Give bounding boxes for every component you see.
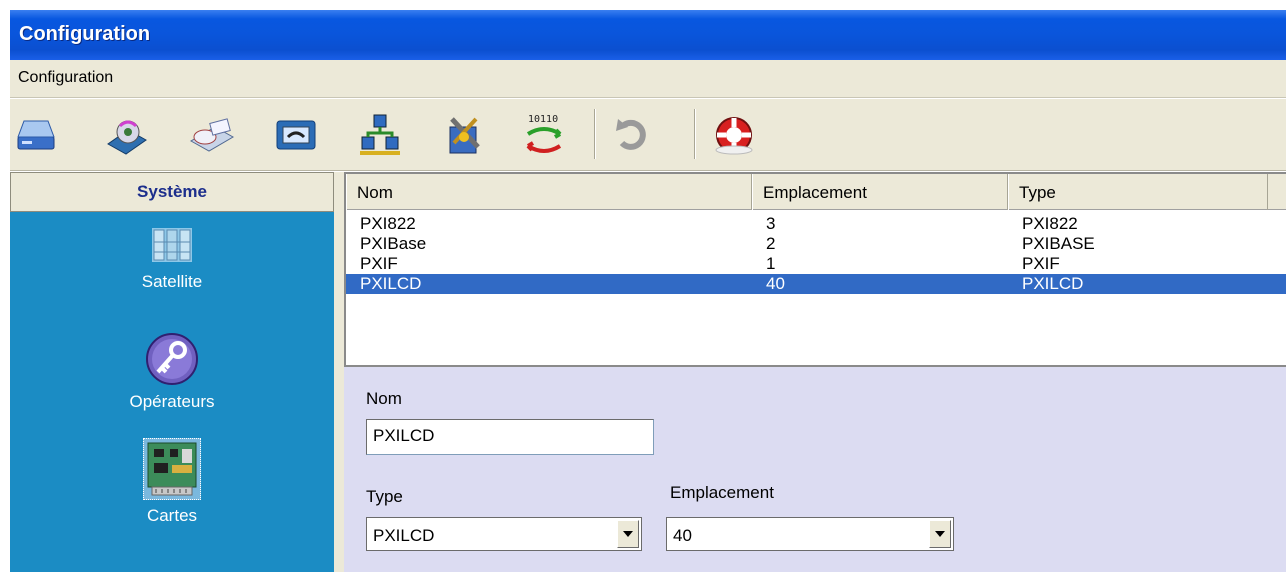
help-button[interactable] — [710, 111, 758, 159]
sidebar-header[interactable]: Système — [10, 172, 334, 212]
cell-type: PXIBASE — [1022, 234, 1095, 253]
sidebar: Système Satellite Opérateurs Cartes — [10, 172, 334, 572]
sidebar-item-label: Cartes — [146, 506, 198, 525]
list-header: Nom Emplacement Type — [346, 174, 1286, 210]
type-label: Type — [366, 487, 403, 506]
disk-button[interactable] — [102, 111, 150, 159]
cell-emplacement: 3 — [766, 214, 776, 233]
cell-nom: PXI822 — [360, 214, 416, 233]
disk-icon — [107, 120, 147, 155]
key-icon — [146, 333, 198, 385]
tools-icon — [449, 117, 480, 154]
cell-type: PXILCD — [1022, 274, 1084, 293]
tools-button[interactable] — [440, 111, 488, 159]
satellite-icon — [152, 228, 192, 262]
chevron-down-icon — [935, 531, 945, 537]
cell-nom: PXIBase — [360, 234, 427, 253]
mail-tray-icon — [189, 118, 235, 152]
svg-text:10110: 10110 — [528, 114, 558, 125]
emplacement-select[interactable]: 40 — [666, 517, 954, 551]
cards-list: Nom Emplacement Type PXI822 3 PXI822 PXI… — [344, 172, 1286, 367]
emplacement-label: Emplacement — [670, 483, 774, 502]
undo-icon — [616, 119, 646, 150]
sidebar-item-satellite[interactable]: Satellite — [10, 222, 334, 292]
binary-sync-icon: 10110 — [526, 114, 562, 153]
phone-icon — [276, 120, 316, 150]
splitter[interactable] — [334, 172, 344, 572]
drive-button[interactable] — [12, 111, 60, 159]
cell-nom: PXILCD — [360, 274, 422, 293]
detail-panel: Nom PXILCD Type PXILCD Emplacement 40 — [344, 367, 1286, 572]
cell-emplacement: 40 — [766, 274, 785, 293]
cell-emplacement: 1 — [766, 254, 776, 273]
type-select[interactable]: PXILCD — [366, 517, 642, 551]
chevron-down-icon — [623, 531, 633, 537]
mail-tray-button[interactable] — [188, 111, 236, 159]
table-row[interactable]: PXIF 1 PXIF — [346, 254, 1286, 274]
toolbar: 10110 — [10, 99, 1286, 171]
table-row[interactable]: PXIBase 2 PXIBASE — [346, 234, 1286, 254]
phone-button[interactable] — [272, 111, 320, 159]
sidebar-item-cartes[interactable]: Cartes — [10, 438, 334, 526]
emplacement-dropdown-button[interactable] — [929, 520, 951, 548]
emplacement-select-value: 40 — [673, 526, 692, 545]
cell-emplacement: 2 — [766, 234, 776, 253]
table-row[interactable]: PXI822 3 PXI822 — [346, 214, 1286, 234]
undo-button[interactable] — [608, 111, 656, 159]
nom-input[interactable]: PXILCD — [366, 419, 654, 455]
network-button[interactable] — [356, 111, 404, 159]
sidebar-item-operateurs[interactable]: Opérateurs — [10, 332, 334, 412]
lifebuoy-icon — [715, 117, 753, 155]
type-dropdown-button[interactable] — [617, 520, 639, 548]
network-icon — [360, 114, 400, 155]
sidebar-item-label: Opérateurs — [129, 392, 215, 411]
type-select-value: PXILCD — [373, 526, 435, 545]
drive-icon — [17, 120, 55, 150]
window-title: Configuration — [10, 10, 1286, 60]
cell-type: PXI822 — [1022, 214, 1078, 233]
cell-type: PXIF — [1022, 254, 1060, 273]
table-row-selected[interactable]: PXILCD 40 PXILCD — [346, 274, 1286, 294]
circuit-board-icon — [147, 442, 197, 496]
column-header-type[interactable]: Type — [1008, 174, 1268, 210]
column-header-emplacement[interactable]: Emplacement — [752, 174, 1008, 210]
column-header-nom[interactable]: Nom — [346, 174, 752, 210]
nom-label: Nom — [366, 389, 402, 408]
binary-sync-button[interactable]: 10110 — [520, 111, 568, 159]
menu-configuration[interactable]: Configuration — [18, 69, 113, 86]
cell-nom: PXIF — [360, 254, 398, 273]
menubar: Configuration — [10, 60, 1286, 98]
sidebar-item-label: Satellite — [141, 272, 203, 291]
